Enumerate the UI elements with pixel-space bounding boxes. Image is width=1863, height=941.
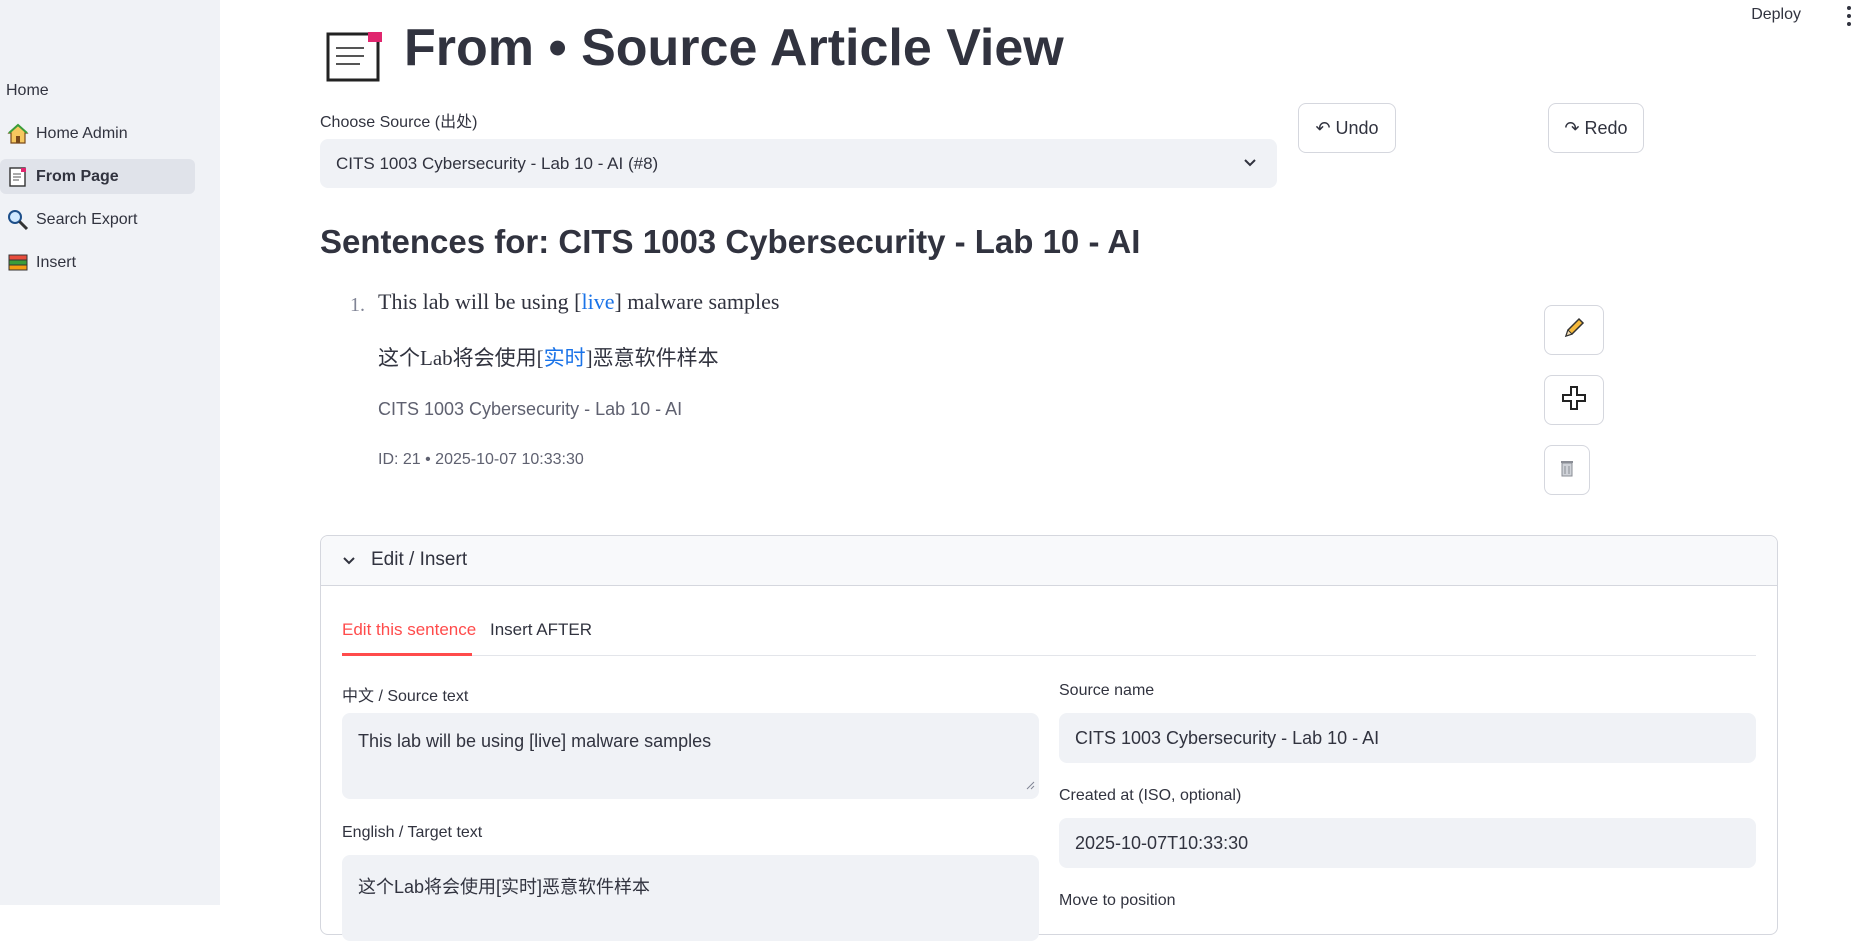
source-select-label: Choose Source (出处) [320, 114, 478, 131]
target-text-value: 这个Lab将会使用[实时]恶意软件样本 [358, 877, 651, 897]
resize-handle-icon[interactable] [1025, 774, 1035, 795]
page-icon [6, 165, 30, 189]
source-select[interactable]: CITS 1003 Cybersecurity - Lab 10 - AI (#… [320, 139, 1277, 188]
undo-button[interactable]: ↶ Undo [1298, 103, 1396, 153]
add-button[interactable] [1544, 375, 1604, 425]
source-name-field[interactable]: CITS 1003 Cybersecurity - Lab 10 - AI [1059, 713, 1756, 763]
sidebar-item-search-export[interactable]: Search Export [0, 202, 195, 237]
sentence-chinese: 这个Lab将会使用[实时]恶意软件样本 [378, 342, 719, 372]
edit-button[interactable] [1544, 305, 1604, 355]
source-select-value: CITS 1003 Cybersecurity - Lab 10 - AI (#… [336, 153, 659, 173]
chevron-down-icon [341, 552, 357, 573]
tab-insert-after[interactable]: Insert AFTER [490, 620, 592, 640]
main-menu-icon[interactable] [1845, 4, 1853, 28]
sentence-zh-text: 这个Lab将会使用[ [378, 346, 544, 370]
sidebar-item-from-page[interactable]: From Page [0, 159, 195, 194]
sentence-en-text-end: ] malware samples [614, 289, 780, 314]
tab-active-indicator [342, 653, 472, 656]
sidebar-item-label: Search Export [36, 210, 138, 228]
trash-icon [1559, 459, 1575, 482]
sentence-en-text: This lab will be using [ [378, 289, 582, 314]
move-position-label: Move to position [1059, 892, 1176, 909]
page-icon [324, 30, 388, 87]
sentence-meta: ID: 21 • 2025-10-07 10:33:30 [378, 451, 584, 468]
books-icon [6, 251, 30, 275]
sidebar-home-label: Home [6, 82, 49, 99]
sentence-source: CITS 1003 Cybersecurity - Lab 10 - AI [378, 399, 683, 419]
expander-title: Edit / Insert [371, 549, 468, 570]
magnifier-icon [6, 208, 30, 232]
sentence-zh-highlight: 实时 [543, 346, 586, 370]
sentences-heading: Sentences for: CITS 1003 Cybersecurity -… [320, 223, 1141, 260]
target-text-label: English / Target text [342, 824, 483, 841]
deploy-button[interactable]: Deploy [1751, 6, 1801, 24]
sidebar-item-insert[interactable]: Insert [0, 245, 195, 280]
page-title: From • Source Article View [404, 19, 1064, 77]
sentence-english: This lab will be using [live] malware sa… [378, 289, 779, 315]
created-at-field[interactable]: 2025-10-07T10:33:30 [1059, 818, 1756, 868]
created-at-value: 2025-10-07T10:33:30 [1075, 832, 1249, 853]
sentence-en-highlight: live [581, 289, 615, 314]
expander-header[interactable]: Edit / Insert [321, 536, 1777, 586]
target-text-field[interactable]: 这个Lab将会使用[实时]恶意软件样本 [342, 855, 1039, 941]
created-at-label: Created at (ISO, optional) [1059, 787, 1242, 804]
sidebar-item-home-admin[interactable]: Home Admin [0, 116, 195, 151]
chevron-down-icon [1241, 153, 1259, 176]
source-name-label: Source name [1059, 682, 1155, 699]
source-name-value: CITS 1003 Cybersecurity - Lab 10 - AI [1075, 727, 1380, 748]
source-text-value: This lab will be using [live] malware sa… [358, 731, 712, 751]
redo-button[interactable]: ↷ Redo [1548, 103, 1644, 153]
edit-insert-expander: Edit / Insert Edit this sentence Insert … [320, 535, 1778, 941]
sidebar: Home Home Admin From Page Search Export … [0, 0, 220, 905]
sidebar-item-label: Insert [36, 253, 77, 271]
sidebar-item-label: Home Admin [36, 124, 128, 142]
plus-icon [1561, 385, 1587, 416]
sidebar-item-label: From Page [36, 167, 119, 185]
source-text-label: 中文 / Source text [342, 688, 469, 705]
source-text-field[interactable]: This lab will be using [live] malware sa… [342, 713, 1039, 799]
delete-button[interactable] [1544, 445, 1590, 495]
pencil-icon [1561, 315, 1587, 346]
tab-divider [342, 655, 1756, 656]
tab-edit-sentence[interactable]: Edit this sentence [342, 620, 476, 640]
house-icon [6, 122, 30, 146]
sentence-zh-text-end: ]恶意软件样本 [585, 346, 719, 370]
sentence-number: 1. [350, 294, 365, 316]
